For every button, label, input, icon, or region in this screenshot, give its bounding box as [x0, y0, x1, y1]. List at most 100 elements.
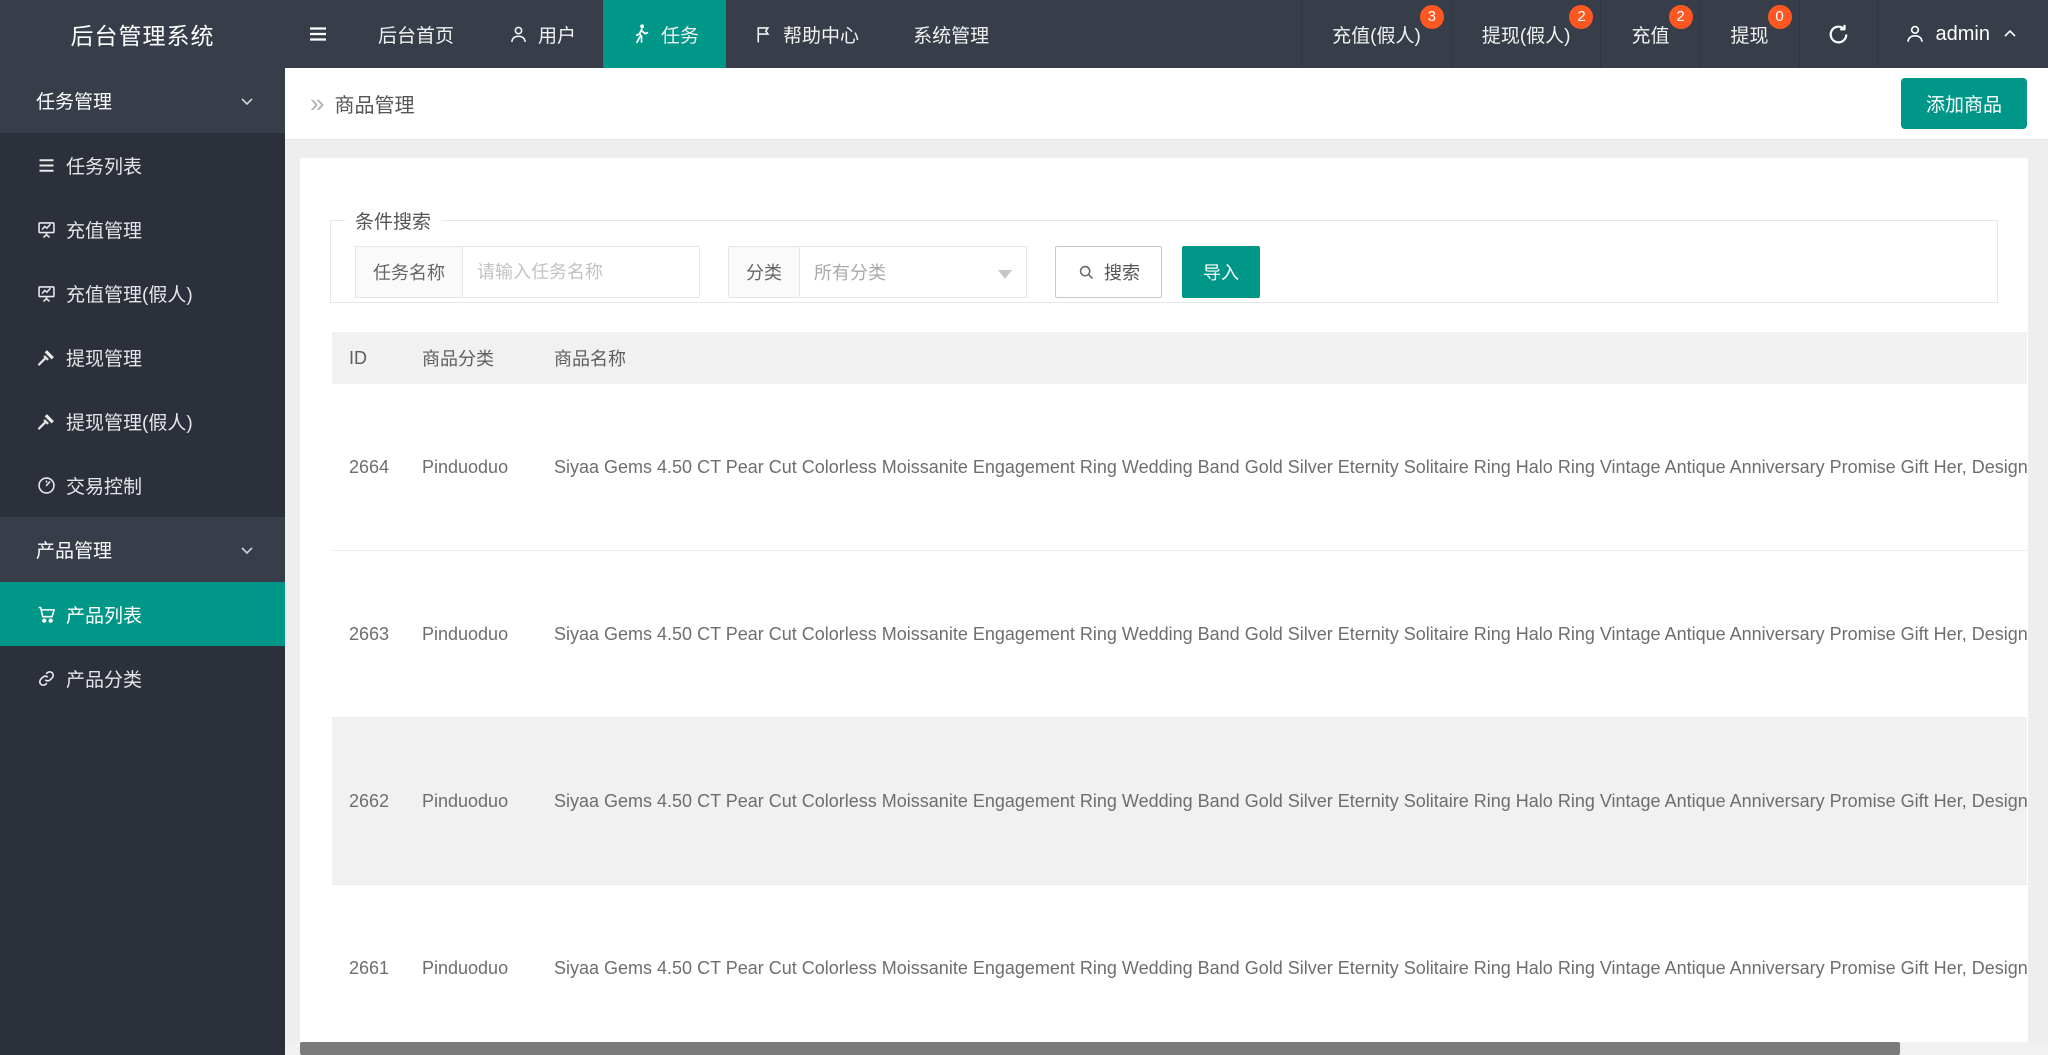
tab-system[interactable]: 系统管理 [886, 0, 1016, 68]
sidebar-item-label: 产品列表 [66, 605, 143, 627]
sidebar-item-label: 产品分类 [66, 669, 143, 691]
walking-person-icon [630, 23, 652, 45]
tab-home-label: 后台首页 [378, 25, 455, 47]
product-table: ID 商品分类 商品名称 2664 Pinduoduo Siyaa Gems 4… [332, 332, 2027, 1052]
refresh-icon [1826, 22, 1851, 47]
user-icon [508, 24, 529, 45]
sidebar-item-trade-control[interactable]: 交易控制 [0, 453, 285, 517]
horizontal-scrollbar-thumb[interactable] [300, 1042, 1900, 1055]
main-content: » 商品管理 添加商品 条件搜索 任务名称 分类 所有分类 [285, 68, 2048, 1055]
category-select[interactable]: 所有分类 [799, 246, 1027, 298]
refresh-button[interactable] [1798, 0, 1877, 68]
search-form: 任务名称 分类 所有分类 搜索 导入 [355, 246, 1997, 298]
add-product-button[interactable]: 添加商品 [1900, 78, 2027, 129]
chevron-down-icon [998, 270, 1012, 279]
table-row: 2664 Pinduoduo Siyaa Gems 4.50 CT Pear C… [332, 384, 2027, 551]
breadcrumb: » 商品管理 添加商品 [285, 68, 2048, 140]
user-avatar-icon [1904, 23, 1926, 45]
quick-recharge-fake[interactable]: 充值(假人) 3 [1301, 0, 1451, 68]
cell-category: Pinduoduo [422, 456, 509, 477]
page-title: 商品管理 [334, 95, 415, 117]
quick-recharge[interactable]: 充值 2 [1600, 0, 1699, 68]
column-header-id: ID [349, 347, 367, 368]
chevron-down-icon [237, 91, 257, 111]
navbar-quick-links: 充值(假人) 3 提现(假人) 2 充值 2 提现 0 admin [1301, 0, 2048, 68]
cell-name: Siyaa Gems 4.50 CT Pear Cut Colorless Mo… [554, 790, 2027, 811]
menu-toggle-icon [306, 22, 330, 46]
category-label: 分类 [728, 246, 799, 298]
table-row: 2662 Pinduoduo Siyaa Gems 4.50 CT Pear C… [332, 718, 2027, 885]
search-panel-legend: 条件搜索 [355, 212, 432, 233]
section-label: 任务管理 [36, 92, 113, 113]
import-button[interactable]: 导入 [1182, 246, 1260, 298]
gavel-icon [36, 347, 57, 368]
list-icon [36, 155, 57, 176]
search-button-label: 搜索 [1104, 263, 1140, 283]
gauge-icon [36, 475, 57, 496]
navbar-menu: 后台首页 用户 任务 帮助中心 系统管理 [285, 0, 1016, 68]
billboard-icon [36, 283, 57, 304]
tab-help-center[interactable]: 帮助中心 [726, 0, 886, 68]
cell-name: Siyaa Gems 4.50 CT Pear Cut Colorless Mo… [554, 623, 2027, 644]
sidebar-item-recharge-management[interactable]: 充值管理 [0, 197, 285, 261]
table-row: 2663 Pinduoduo Siyaa Gems 4.50 CT Pear C… [332, 551, 2027, 718]
cell-id: 2663 [349, 623, 390, 644]
table-row: 2661 Pinduoduo Siyaa Gems 4.50 CT Pear C… [332, 885, 2027, 1052]
section-label: 产品管理 [36, 541, 113, 562]
sidebar-item-label: 充值管理 [66, 220, 143, 242]
cell-id: 2661 [349, 957, 390, 978]
recharge-badge: 2 [1668, 5, 1693, 29]
billboard-icon [36, 219, 57, 240]
chevron-down-icon [237, 540, 257, 560]
search-button[interactable]: 搜索 [1055, 246, 1162, 298]
quick-withdraw-fake-label: 提现(假人) [1481, 25, 1571, 47]
username: admin [1935, 22, 1990, 45]
user-menu[interactable]: admin [1876, 0, 2048, 68]
sidebar-toggle-button[interactable] [285, 0, 351, 68]
cell-category: Pinduoduo [422, 957, 509, 978]
task-name-input[interactable] [462, 246, 700, 298]
sidebar-item-label: 任务列表 [66, 156, 143, 178]
sidebar-item-label: 提现管理(假人) [66, 412, 193, 434]
task-name-label: 任务名称 [355, 246, 462, 298]
flag-icon [753, 24, 774, 45]
sidebar-item-label: 提现管理 [66, 348, 143, 370]
cell-id: 2664 [349, 456, 390, 477]
category-selected-value: 所有分类 [814, 263, 886, 283]
sidebar-section-task-management[interactable]: 任务管理 [0, 68, 285, 133]
withdraw-badge: 0 [1767, 5, 1792, 29]
cell-name: Siyaa Gems 4.50 CT Pear Cut Colorless Mo… [554, 456, 2027, 477]
content-card: 条件搜索 任务名称 分类 所有分类 搜索 导入 [300, 158, 2028, 1055]
search-icon [1077, 263, 1096, 282]
sidebar-item-product-category[interactable]: 产品分类 [0, 646, 285, 710]
link-icon [36, 668, 57, 689]
sidebar-section-product-management[interactable]: 产品管理 [0, 517, 285, 582]
sidebar-item-withdraw-management-fake[interactable]: 提现管理(假人) [0, 389, 285, 453]
sidebar: 任务管理 任务列表 充值管理 充值管理(假人) 提现管理 提现管理(假人) 交易… [0, 68, 285, 1055]
quick-withdraw-fake[interactable]: 提现(假人) 2 [1450, 0, 1601, 68]
sidebar-item-label: 交易控制 [66, 476, 143, 498]
quick-recharge-fake-label: 充值(假人) [1332, 25, 1421, 47]
horizontal-scrollbar[interactable] [285, 1042, 2048, 1055]
recharge-fake-badge: 3 [1419, 5, 1444, 29]
sidebar-item-label: 充值管理(假人) [66, 284, 193, 306]
quick-withdraw-label: 提现 [1730, 25, 1769, 47]
tab-home[interactable]: 后台首页 [351, 0, 481, 68]
app-title: 后台管理系统 [70, 23, 215, 49]
quick-recharge-label: 充值 [1631, 25, 1670, 47]
quick-withdraw[interactable]: 提现 0 [1699, 0, 1799, 68]
tab-help-center-label: 帮助中心 [783, 25, 860, 47]
gavel-icon [36, 411, 57, 432]
sidebar-item-recharge-management-fake[interactable]: 充值管理(假人) [0, 261, 285, 325]
search-panel: 条件搜索 任务名称 分类 所有分类 搜索 导入 [330, 207, 1998, 303]
top-navbar: 后台管理系统 后台首页 用户 任务 帮助中心 系统管理 充值(假人) 3 提现(… [0, 0, 2048, 68]
tab-system-label: 系统管理 [913, 25, 990, 47]
sidebar-item-product-list[interactable]: 产品列表 [0, 582, 285, 646]
sidebar-item-withdraw-management[interactable]: 提现管理 [0, 325, 285, 389]
cell-category: Pinduoduo [422, 790, 509, 811]
cell-category: Pinduoduo [422, 623, 509, 644]
tab-users-label: 用户 [538, 25, 577, 47]
sidebar-item-task-list[interactable]: 任务列表 [0, 133, 285, 197]
tab-users[interactable]: 用户 [481, 0, 603, 68]
tab-tasks[interactable]: 任务 [603, 0, 727, 68]
